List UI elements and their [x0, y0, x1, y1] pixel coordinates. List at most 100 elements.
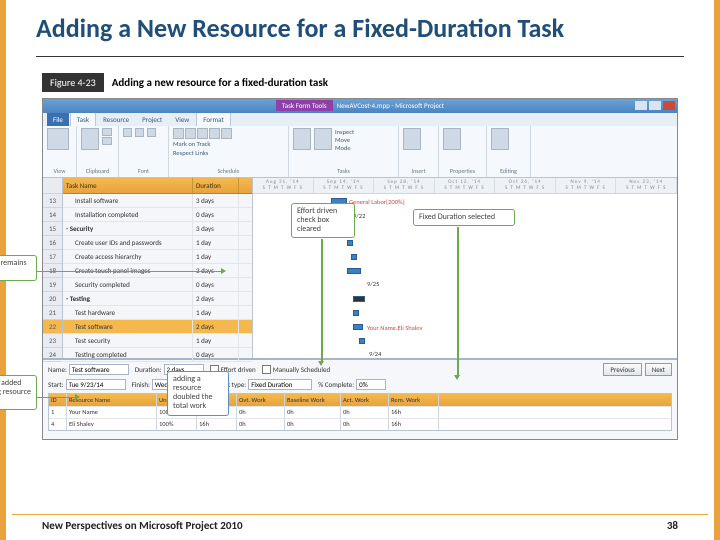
- dur-cell[interactable]: 1 day: [193, 334, 239, 347]
- cell[interactable]: Eli Shalev: [67, 419, 157, 430]
- task-cell[interactable]: Test security: [63, 334, 193, 347]
- gantt-bar[interactable]: [347, 240, 353, 246]
- row-num[interactable]: 16: [43, 236, 62, 250]
- copy-icon[interactable]: [102, 137, 112, 145]
- tab-view[interactable]: View: [169, 113, 195, 126]
- dur-cell[interactable]: 0 days: [193, 278, 239, 291]
- row-num[interactable]: 21: [43, 306, 62, 320]
- cell[interactable]: 16h: [197, 419, 237, 430]
- respect-links[interactable]: Respect Links: [173, 149, 208, 157]
- pct75-icon[interactable]: [209, 128, 220, 139]
- cell[interactable]: 0h: [341, 407, 389, 418]
- manually-scheduled-checkbox[interactable]: [262, 365, 271, 374]
- dur-cell[interactable]: 2 days: [193, 292, 239, 305]
- tab-task[interactable]: Task: [70, 112, 96, 126]
- pctcomplete-input[interactable]: [356, 379, 386, 390]
- minimize-button[interactable]: [635, 101, 647, 110]
- paste-icon[interactable]: [81, 128, 99, 150]
- gantt-bar[interactable]: [351, 254, 357, 260]
- col-taskname[interactable]: Task Name: [63, 178, 193, 193]
- cell[interactable]: 0h: [285, 419, 341, 430]
- cell[interactable]: 16h: [389, 419, 439, 430]
- dur-cell[interactable]: 3 days: [193, 222, 239, 235]
- move-item[interactable]: Move: [335, 136, 354, 144]
- bold-icon[interactable]: [123, 128, 132, 137]
- task-cell[interactable]: - Testing: [63, 292, 193, 305]
- task-insert-icon[interactable]: [403, 128, 421, 150]
- row-num[interactable]: 14: [43, 208, 62, 222]
- start-input[interactable]: [66, 379, 126, 390]
- row-num[interactable]: 22: [43, 320, 62, 334]
- mark-on-track[interactable]: Mark on Track: [173, 140, 210, 148]
- scroll-to-task-icon[interactable]: [491, 128, 509, 150]
- pct50-icon[interactable]: [197, 128, 208, 139]
- gantt-bar[interactable]: [353, 310, 359, 316]
- tab-file[interactable]: File: [47, 113, 69, 126]
- gantt-bar[interactable]: [347, 268, 361, 274]
- row-num[interactable]: 19: [43, 278, 62, 292]
- maximize-button[interactable]: [649, 101, 661, 110]
- task-cell[interactable]: Test software: [63, 320, 193, 333]
- pct0-icon[interactable]: [173, 128, 184, 139]
- task-cell[interactable]: Create user IDs and passwords: [63, 236, 193, 249]
- cell[interactable]: 0h: [237, 419, 285, 430]
- italic-icon[interactable]: [135, 128, 144, 137]
- inspect-item[interactable]: Inspect: [335, 128, 354, 136]
- ribbon-group-editing: Editing: [491, 167, 526, 175]
- cut-icon[interactable]: [102, 128, 112, 136]
- task-cell[interactable]: Testing completed: [63, 348, 193, 361]
- cell[interactable]: 16h: [389, 407, 439, 418]
- summary-bar[interactable]: [353, 296, 365, 302]
- row-num[interactable]: 23: [43, 334, 62, 348]
- tab-format[interactable]: Format: [196, 112, 230, 126]
- previous-button[interactable]: Previous: [603, 363, 641, 376]
- dur-cell[interactable]: 0 days: [193, 208, 239, 221]
- task-cell[interactable]: - Security: [63, 222, 193, 235]
- cell[interactable]: 0h: [285, 407, 341, 418]
- pct100-icon[interactable]: [221, 128, 232, 139]
- row-num[interactable]: 15: [43, 222, 62, 236]
- cell[interactable]: 1: [49, 407, 67, 418]
- ribbon-group-view: View: [47, 167, 72, 175]
- cell[interactable]: 4: [49, 419, 67, 430]
- next-button[interactable]: Next: [645, 363, 672, 376]
- cell[interactable]: 0h: [341, 419, 389, 430]
- row-num[interactable]: 17: [43, 250, 62, 264]
- manually-schedule-icon[interactable]: [293, 128, 311, 150]
- col-duration[interactable]: Duration: [193, 178, 239, 193]
- dur-cell[interactable]: 1 day: [193, 236, 239, 249]
- dur-cell[interactable]: 2 days: [193, 320, 239, 333]
- row-num[interactable]: 13: [43, 194, 62, 208]
- close-button[interactable]: [663, 101, 675, 110]
- tab-resource[interactable]: Resource: [97, 113, 135, 126]
- information-icon[interactable]: [443, 128, 461, 150]
- gantt-bar[interactable]: [353, 324, 363, 330]
- mode-item[interactable]: Mode: [335, 144, 354, 152]
- ribbon-group-font: Font: [123, 167, 164, 175]
- task-cell[interactable]: Installation completed: [63, 208, 193, 221]
- name-input[interactable]: [69, 364, 129, 375]
- dur-cell[interactable]: 0 days: [193, 348, 239, 361]
- dur-cell[interactable]: 1 day: [193, 250, 239, 263]
- dur-cell[interactable]: 3 days: [193, 194, 239, 207]
- tab-project[interactable]: Project: [136, 113, 168, 126]
- title-rule: [36, 56, 684, 57]
- task-cell[interactable]: Test hardware: [63, 306, 193, 319]
- gantt-bar[interactable]: [359, 338, 365, 344]
- task-cell[interactable]: Create access hierarchy: [63, 250, 193, 263]
- date-col: Aug 31, '14S T M T W F S: [253, 178, 314, 193]
- row-num[interactable]: 20: [43, 292, 62, 306]
- tasktype-input[interactable]: [248, 379, 312, 390]
- cell[interactable]: 100%: [157, 419, 197, 430]
- arrowhead-icon: [221, 268, 226, 274]
- gantt-chart-icon[interactable]: [47, 128, 69, 150]
- auto-schedule-icon[interactable]: [314, 128, 332, 150]
- dur-cell[interactable]: 1 day: [193, 306, 239, 319]
- task-cell[interactable]: Security completed: [63, 278, 193, 291]
- pct25-icon[interactable]: [185, 128, 196, 139]
- row-num[interactable]: 24: [43, 348, 62, 362]
- task-cell[interactable]: Install software: [63, 194, 193, 207]
- underline-icon[interactable]: [147, 128, 156, 137]
- cell[interactable]: 0h: [237, 407, 285, 418]
- cell[interactable]: Your Name: [67, 407, 157, 418]
